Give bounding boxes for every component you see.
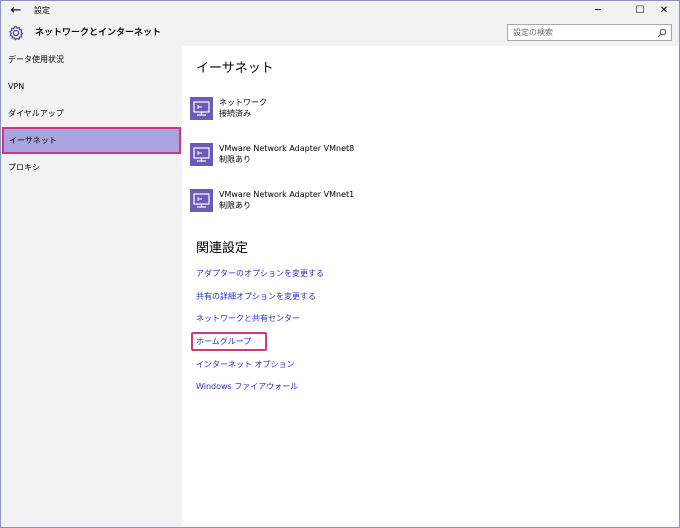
ethernet-icon: [190, 143, 213, 166]
network-name: VMware Network Adapter VMnet8: [219, 144, 355, 153]
network-status: 接続済み: [219, 109, 251, 118]
network-name: VMware Network Adapter VMnet1: [219, 190, 355, 199]
section-title-related: 関連設定: [196, 241, 249, 256]
title-bar: ← 設定 ─ ☐ ✕: [1, 1, 679, 21]
section-title-ethernet: イーサネット: [196, 61, 274, 76]
network-name: ネットワーク: [219, 98, 267, 107]
link-advanced-sharing[interactable]: 共有の詳細オプションを変更する: [196, 291, 316, 303]
gear-icon: [9, 25, 24, 41]
page-header: ネットワークとインターネット: [1, 21, 679, 46]
sidebar-item-proxy[interactable]: プロキシ: [1, 154, 182, 181]
link-windows-firewall[interactable]: Windows ファイアウォール: [196, 381, 298, 393]
page-title: ネットワークとインターネット: [35, 28, 162, 38]
main-content: イーサネット ネットワーク 接続済み VMware Network Adapte…: [182, 46, 679, 527]
sidebar: データ使用状況 VPN ダイヤルアップ イーサネット プロキシ: [1, 46, 182, 527]
app-title: 設定: [34, 6, 50, 15]
network-item[interactable]: VMware Network Adapter VMnet1 制限あり: [190, 183, 490, 217]
minimize-button[interactable]: ─: [581, 1, 615, 21]
sidebar-item-dialup[interactable]: ダイヤルアップ: [1, 100, 182, 127]
search-icon[interactable]: [657, 28, 667, 38]
settings-window: ← 設定 ─ ☐ ✕ ネットワークとインターネット データ使用状況 VPN ダイ…: [0, 0, 680, 528]
back-button[interactable]: ←: [7, 3, 25, 19]
network-item[interactable]: VMware Network Adapter VMnet8 制限あり: [190, 137, 490, 171]
link-internet-options[interactable]: インターネット オプション: [196, 359, 295, 371]
search-input[interactable]: [513, 26, 653, 39]
network-item[interactable]: ネットワーク 接続済み: [190, 91, 490, 125]
network-status: 制限あり: [219, 155, 251, 164]
sidebar-item-ethernet[interactable]: イーサネット: [2, 127, 181, 154]
sidebar-item-data-usage[interactable]: データ使用状況: [1, 46, 182, 73]
sidebar-item-vpn[interactable]: VPN: [1, 73, 182, 100]
close-button[interactable]: ✕: [647, 1, 679, 21]
ethernet-icon: [190, 189, 213, 212]
ethernet-icon: [190, 97, 213, 120]
link-homegroup[interactable]: ホームグループ: [196, 336, 251, 348]
search-box[interactable]: [507, 24, 672, 41]
link-adapter-options[interactable]: アダプターのオプションを変更する: [196, 268, 324, 280]
network-status: 制限あり: [219, 201, 251, 210]
link-network-sharing-center[interactable]: ネットワークと共有センター: [196, 313, 300, 325]
